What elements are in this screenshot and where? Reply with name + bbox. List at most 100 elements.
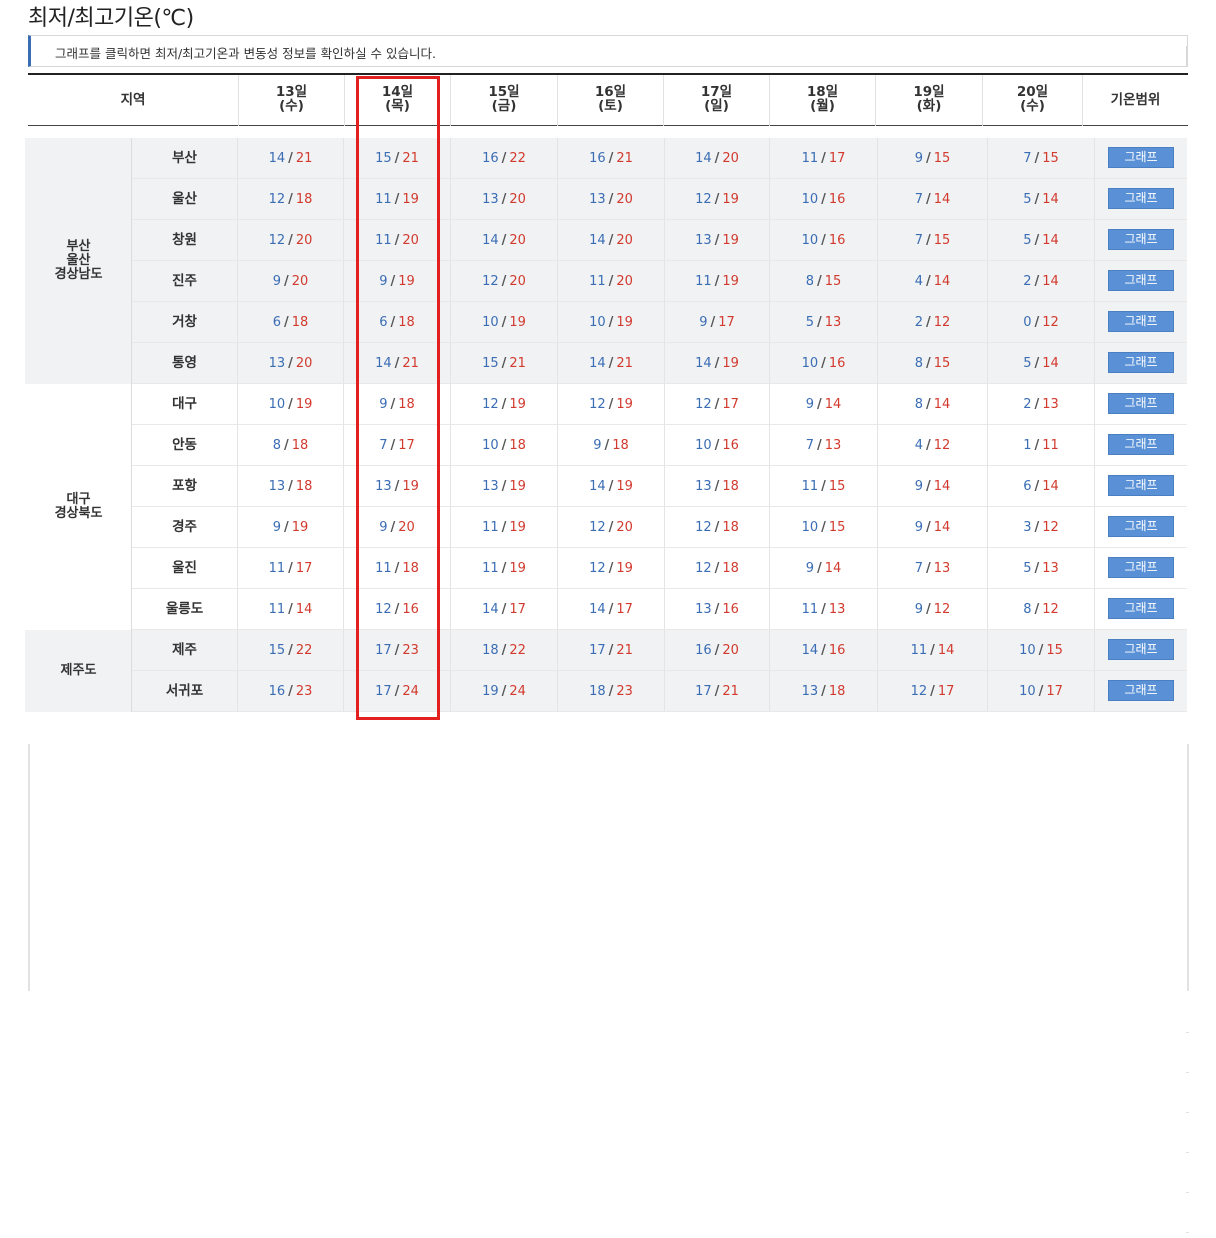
table-row: 경주 9/19 9/20 11/19 12/20 12/18 10/15 9/14 3/12 그래… [25,507,1187,548]
city-name: 진주 [132,261,238,302]
temp-cell: 17/21 [665,671,770,712]
max-temp: 18 [722,479,739,494]
min-temp: 14 [695,356,712,371]
max-temp: 15 [933,233,951,248]
graph-button[interactable]: 그래프 [1108,434,1174,455]
region-line: 부산 [66,239,91,254]
header-range: 기온범위 [1110,92,1161,108]
temp-cell: 14/16 [770,630,878,671]
graph-button[interactable]: 그래프 [1108,352,1174,373]
graph-cell: 그래프 [1095,507,1187,548]
graph-button[interactable]: 그래프 [1108,393,1174,414]
temp-cell: 4/12 [878,425,988,466]
temp-cell: 9/19 [238,507,344,548]
separator: / [501,315,507,330]
separator: / [925,561,931,576]
max-temp: 19 [291,520,309,535]
temp-cell: 10/16 [770,179,878,220]
header-dow: (일) [704,98,729,114]
min-temp: 15 [375,151,392,166]
separator: / [501,520,507,535]
graph-button[interactable]: 그래프 [1108,557,1174,578]
graph-button[interactable]: 그래프 [1108,639,1174,660]
graph-button[interactable]: 그래프 [1108,229,1174,250]
min-temp: 17 [589,643,606,658]
header-date: 20일 [1016,84,1049,100]
graph-cell: 그래프 [1095,466,1187,507]
separator: / [501,397,507,412]
min-temp: 14 [482,233,499,248]
temp-cell: 7/13 [770,425,878,466]
separator: / [1034,192,1040,207]
temp-cell: 10/19 [451,302,558,343]
temp-cell: 17/24 [344,671,451,712]
separator: / [608,233,614,248]
graph-button[interactable]: 그래프 [1108,270,1174,291]
temp-cell: 10/17 [988,671,1095,712]
temp-cell: 9/20 [344,507,451,548]
separator: / [714,192,720,207]
temp-cell: 11/20 [344,220,451,261]
graph-button[interactable]: 그래프 [1108,475,1174,496]
max-temp: 19 [402,479,419,494]
min-temp: 9 [379,397,388,412]
min-temp: 12 [695,397,712,412]
temp-cell: 5/14 [988,343,1095,384]
min-temp: 7 [914,233,923,248]
graph-button[interactable]: 그래프 [1108,311,1174,332]
min-temp: 14 [589,233,606,248]
graph-button[interactable]: 그래프 [1108,147,1174,168]
city-name: 경주 [132,507,238,548]
dot-mark [1186,1112,1189,1113]
region-line: 제주도 [60,663,97,678]
min-temp: 12 [482,274,499,289]
separator: / [604,438,610,453]
temp-cell: 8/15 [770,261,878,302]
max-temp: 12 [933,315,951,330]
separator: / [394,602,400,617]
graph-cell: 그래프 [1095,671,1187,712]
min-temp: 12 [589,520,606,535]
table-row: 통영 13/20 14/21 15/21 14/21 14/19 10/16 8/15 5/14… [25,343,1187,384]
max-temp: 15 [933,356,951,371]
graph-button[interactable]: 그래프 [1108,188,1174,209]
temp-cell: 11/18 [344,548,451,589]
region-cell: 부산 울산 경상남도 [25,138,132,384]
temp-cell: 10/16 [770,343,878,384]
max-temp: 16 [828,643,846,658]
min-temp: 13 [695,479,712,494]
max-temp: 17 [509,602,526,617]
separator: / [930,643,935,658]
dot-mark [1186,1232,1189,1233]
max-temp: 19 [722,274,739,289]
separator: / [288,356,293,371]
table-row: 대구 10/19 9/18 12/19 12/19 12/17 9/14 8/14 2/13 그래… [25,384,1187,425]
separator: / [501,192,507,207]
min-temp: 8 [805,274,814,289]
max-temp: 18 [612,438,629,453]
separator: / [501,356,507,371]
graph-button[interactable]: 그래프 [1108,680,1174,701]
temp-cell: 11/14 [238,589,344,630]
max-temp: 19 [402,192,419,207]
graph-button[interactable]: 그래프 [1108,598,1174,619]
table-row: 창원 12/20 11/20 14/20 14/20 13/19 10/16 7/15 5/14… [25,220,1187,261]
graph-button[interactable]: 그래프 [1108,516,1174,537]
separator: / [394,192,400,207]
min-temp: 12 [695,520,712,535]
temp-cell: 8/18 [238,425,344,466]
temp-cell: 5/13 [770,302,878,343]
temp-cell: 14/17 [451,589,558,630]
table-row: 울산 12/18 11/19 13/20 13/20 12/19 10/16 7/14 5/14… [25,179,1187,220]
temp-cell: 12/19 [558,384,665,425]
separator: / [1034,315,1040,330]
temp-cell: 11/13 [770,589,878,630]
separator: / [288,233,293,248]
max-temp: 13 [828,602,846,617]
separator: / [608,315,614,330]
region-label: 부산 울산 경상남도 [25,240,132,282]
separator: / [925,274,931,289]
max-temp: 21 [722,684,739,699]
temp-cell: 13/18 [665,466,770,507]
notice-divider [1186,46,1187,66]
